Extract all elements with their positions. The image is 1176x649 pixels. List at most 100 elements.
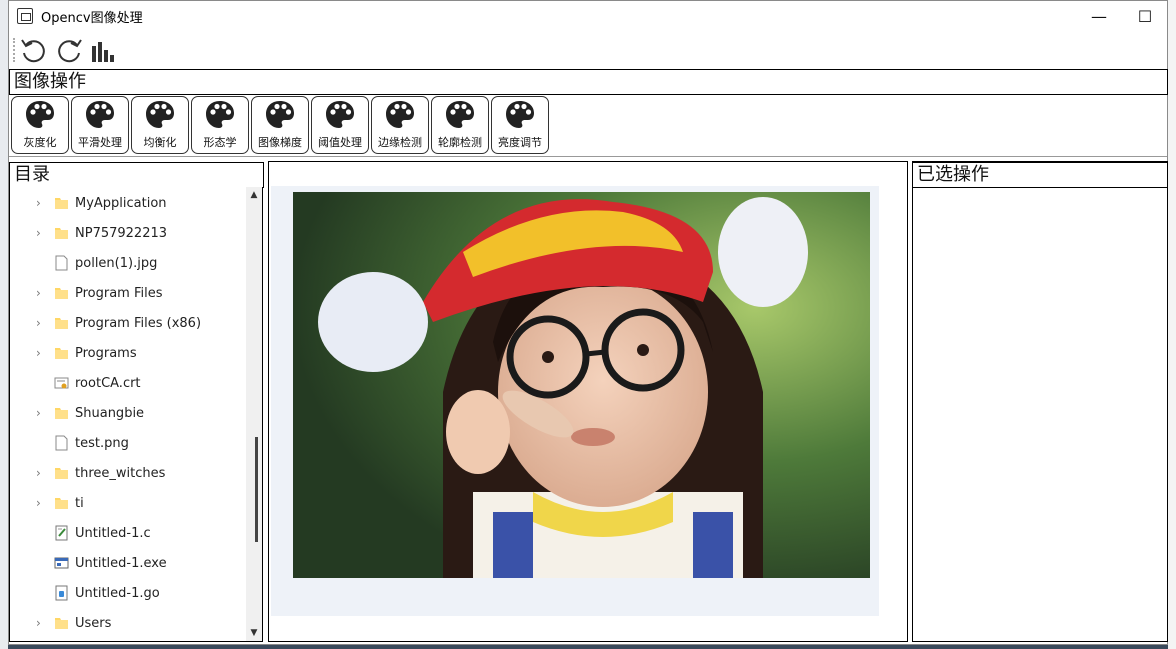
- window-title: Opencv图像处理: [41, 10, 143, 26]
- tree-item[interactable]: › NP757922213: [10, 218, 250, 248]
- folder-icon: [55, 468, 68, 479]
- tree-item[interactable]: › Program Files (x86): [10, 308, 250, 338]
- go-file-icon: [55, 585, 68, 601]
- op-button-8[interactable]: 亮度调节: [491, 96, 549, 154]
- file-icon: [55, 255, 68, 271]
- redo-icon: [58, 39, 82, 63]
- tree-item[interactable]: › Users: [10, 608, 250, 638]
- op-button-6[interactable]: 边缘检测: [371, 96, 429, 154]
- tree-item[interactable]: › MyApplication: [10, 188, 250, 218]
- tree-scrollbar[interactable]: ▲ ▼: [246, 187, 262, 641]
- maximize-button[interactable]: ☐: [1122, 1, 1168, 31]
- toolbar: [9, 32, 1167, 68]
- preview-image: [293, 192, 870, 578]
- tree-item-label: pollen(1).jpg: [75, 255, 158, 271]
- tree-item-label: Shuangbie: [75, 405, 145, 421]
- histogram-icon: [92, 42, 114, 62]
- tree-item[interactable]: › Shuangbie: [10, 398, 250, 428]
- tree-item-label: MyApplication: [75, 195, 167, 211]
- tree-item[interactable]: Untitled-1.go: [10, 578, 250, 608]
- palette-icon: [446, 101, 474, 128]
- tree-item[interactable]: test.png: [10, 428, 250, 458]
- op-button-2[interactable]: 均衡化: [131, 96, 189, 154]
- folder-icon: [55, 408, 68, 419]
- image-panel: [268, 161, 908, 642]
- tree-item[interactable]: › Programs: [10, 338, 250, 368]
- palette-icon: [506, 101, 534, 128]
- palette-icon: [26, 101, 54, 128]
- tree-item[interactable]: Untitled-1.c: [10, 518, 250, 548]
- chevron-right-icon[interactable]: ›: [36, 227, 46, 239]
- tree-item-label: ti: [75, 495, 84, 511]
- tree-item[interactable]: › three_witches: [10, 458, 250, 488]
- tree-item[interactable]: rootCA.crt: [10, 368, 250, 398]
- op-label: 轮廓检测: [438, 136, 482, 149]
- folder-icon: [55, 618, 68, 629]
- folder-icon: [55, 348, 68, 359]
- tree-item[interactable]: › Program Files: [10, 278, 250, 308]
- folder-icon: [55, 228, 68, 239]
- directory-tree: › MyApplication › NP757922213 pollen(1).jpg ›…: [9, 187, 263, 642]
- tree-item[interactable]: Untitled-1.exe: [10, 548, 250, 578]
- op-button-5[interactable]: 阈值处理: [311, 96, 369, 154]
- folder-icon: [55, 198, 68, 209]
- op-button-1[interactable]: 平滑处理: [71, 96, 129, 154]
- palette-icon: [266, 101, 294, 128]
- scroll-up-icon[interactable]: ▲: [246, 187, 262, 203]
- op-button-4[interactable]: 图像梯度: [251, 96, 309, 154]
- minimize-icon: —: [1091, 6, 1107, 26]
- chevron-right-icon[interactable]: ›: [36, 617, 46, 629]
- op-button-3[interactable]: 形态学: [191, 96, 249, 154]
- scroll-thumb[interactable]: [255, 437, 258, 542]
- tree-item-label: Untitled-1.exe: [75, 555, 167, 571]
- desktop-background-left: [0, 0, 8, 649]
- tree-item-label: three_witches: [75, 465, 166, 481]
- undo-button[interactable]: [19, 36, 49, 66]
- chevron-right-icon[interactable]: ›: [36, 467, 46, 479]
- chevron-right-icon[interactable]: ›: [36, 197, 46, 209]
- tree-item-label: Users: [75, 615, 112, 631]
- selected-ops-panel: 已选操作: [912, 161, 1168, 642]
- palette-icon: [386, 101, 414, 128]
- op-label: 均衡化: [143, 136, 177, 149]
- toolbar-grip[interactable]: [13, 38, 15, 62]
- chevron-right-icon[interactable]: ›: [36, 407, 46, 419]
- folder-icon: [55, 318, 68, 329]
- scroll-down-icon[interactable]: ▼: [246, 625, 262, 641]
- app-window: Opencv图像处理 — ☐ 图像操作 灰度化 平滑处理 均衡化 形态学 图像梯…: [8, 0, 1168, 645]
- tree-item-label: Program Files (x86): [75, 315, 202, 331]
- directory-title: 目录: [9, 162, 264, 188]
- histogram-button[interactable]: [89, 36, 119, 66]
- tree-item[interactable]: pollen(1).jpg: [10, 248, 250, 278]
- tree-item[interactable]: › ti: [10, 488, 250, 518]
- chevron-right-icon[interactable]: ›: [36, 497, 46, 509]
- tree-item-label: NP757922213: [75, 225, 168, 241]
- palette-icon: [206, 101, 234, 128]
- op-label: 亮度调节: [498, 136, 542, 149]
- minimize-button[interactable]: —: [1076, 1, 1122, 31]
- op-button-7[interactable]: 轮廓检测: [431, 96, 489, 154]
- op-label: 形态学: [203, 136, 237, 149]
- folder-icon: [55, 498, 68, 509]
- tree-item-label: Programs: [75, 345, 137, 361]
- tree-item-label: Untitled-1.go: [75, 585, 160, 601]
- tree-item-label: rootCA.crt: [75, 375, 141, 391]
- app-icon: [17, 8, 33, 24]
- tree-item-label: test.png: [75, 435, 129, 451]
- maximize-icon: ☐: [1137, 6, 1153, 26]
- certificate-icon: [54, 377, 69, 389]
- op-label: 边缘检测: [378, 136, 422, 149]
- palette-icon: [86, 101, 114, 128]
- file-icon: [55, 435, 68, 451]
- chevron-right-icon[interactable]: ›: [36, 287, 46, 299]
- op-button-0[interactable]: 灰度化: [11, 96, 69, 154]
- chevron-right-icon[interactable]: ›: [36, 317, 46, 329]
- chevron-right-icon[interactable]: ›: [36, 347, 46, 359]
- executable-icon: [54, 557, 69, 569]
- selected-ops-title: 已选操作: [912, 162, 1168, 188]
- c-file-icon: [55, 525, 68, 541]
- operations-row: 灰度化 平滑处理 均衡化 形态学 图像梯度 阈值处理 边缘检测 轮廓检测 亮度调节: [9, 95, 1167, 157]
- tree-item-label: Untitled-1.c: [75, 525, 151, 541]
- operations-title: 图像操作: [9, 69, 1168, 95]
- redo-button[interactable]: [54, 36, 84, 66]
